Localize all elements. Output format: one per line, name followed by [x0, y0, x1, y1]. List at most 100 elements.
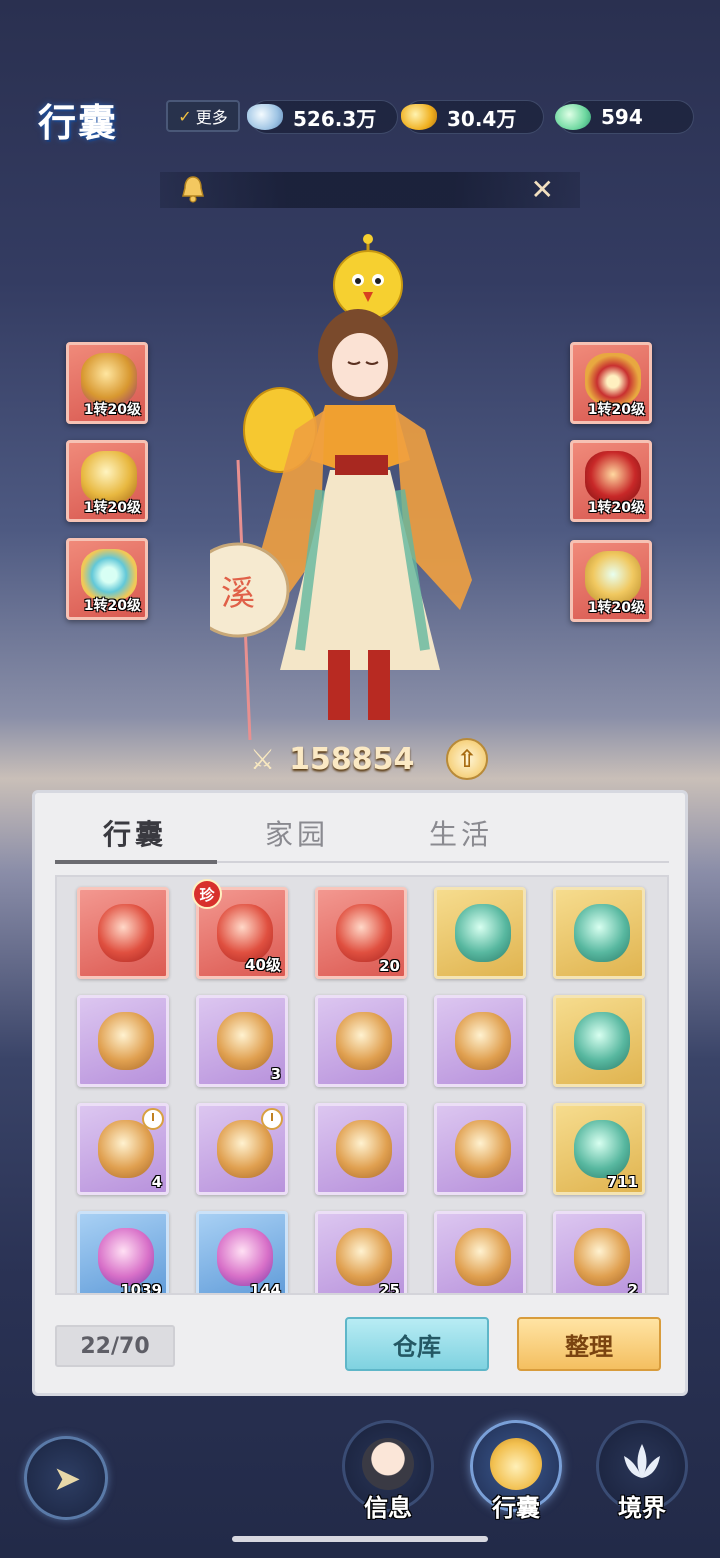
equip-level: 1转20级: [83, 402, 141, 418]
bronze-cauldron-icon: [455, 904, 511, 962]
blue-gourd-icon: [574, 1228, 630, 1286]
bag-icon: [490, 1438, 542, 1490]
back-button[interactable]: ➤: [24, 1436, 108, 1520]
top-bar: 行囊 ✓ 更多 526.3万 30.4万 594: [0, 88, 720, 145]
equip-slot-head[interactable]: 1转20级: [66, 342, 148, 424]
equip-slot-bracelet[interactable]: 1转20级: [66, 538, 148, 620]
inventory-panel: 行囊 家园 生活 40级珍 20 3 4 711 1039 144 25 2 22/70 仓库 …: [32, 790, 688, 1396]
inventory-item[interactable]: [315, 1103, 407, 1195]
inventory-item[interactable]: [196, 1103, 288, 1195]
inventory-item[interactable]: 144: [196, 1211, 288, 1293]
equip-slot-boots[interactable]: 1转20级: [570, 540, 652, 622]
jade-currency[interactable]: 594: [555, 100, 694, 134]
inventory-item[interactable]: [434, 1103, 526, 1195]
item-count: 25: [379, 1281, 400, 1295]
pink-flower-icon: [98, 1228, 154, 1286]
clock-icon: [261, 1108, 283, 1130]
tab-home[interactable]: 家园: [217, 813, 377, 853]
bracelet-icon: [81, 549, 137, 601]
gourd-scroll-icon: [336, 1120, 392, 1178]
broken-sword-icon: [455, 1012, 511, 1070]
slot-count: 22/70: [55, 1325, 175, 1367]
item-grid[interactable]: 40级 珍 20 3 4 711 1039 144 25 2: [55, 875, 669, 1295]
inventory-item[interactable]: 25: [315, 1211, 407, 1295]
power-up-button[interactable]: ⇧: [446, 738, 488, 780]
page-title: 行囊: [38, 101, 119, 145]
equip-level: 1转20级: [587, 402, 645, 418]
inventory-item[interactable]: 2: [553, 1211, 645, 1295]
bell-icon: [182, 176, 204, 203]
jade-bird-icon: [98, 1012, 154, 1070]
nav-info[interactable]: 信息: [338, 1420, 438, 1540]
inventory-item[interactable]: [553, 887, 645, 979]
more-button[interactable]: ✓ 更多: [166, 100, 240, 132]
inventory-item[interactable]: [77, 995, 169, 1087]
red-gourd-icon: [336, 1228, 392, 1286]
inventory-item[interactable]: [434, 887, 526, 979]
nav-label: 行囊: [492, 1494, 540, 1522]
item-count: 4: [151, 1173, 162, 1191]
item-count: 40级: [245, 956, 281, 974]
tab-underline: [55, 860, 217, 864]
nav-label: 境界: [618, 1494, 666, 1522]
jade-icon: [555, 104, 591, 130]
yellow-gourd-icon: [455, 1228, 511, 1286]
character-icon: [362, 1438, 414, 1490]
boots-icon: [585, 551, 641, 603]
character-model[interactable]: 溪: [210, 230, 510, 740]
sort-button[interactable]: 整理: [517, 1317, 661, 1371]
silver-ingot-icon: [247, 104, 283, 130]
helmet-icon: [81, 353, 137, 405]
white-bag-icon: [455, 1120, 511, 1178]
gold-ingot-icon: [401, 104, 437, 130]
home-indicator: [232, 1536, 488, 1542]
tab-life[interactable]: 生活: [381, 813, 541, 853]
inventory-item[interactable]: 3: [196, 995, 288, 1087]
bronze-bowl-icon: [217, 1012, 273, 1070]
tab-bag[interactable]: 行囊: [55, 813, 215, 853]
item-count: 3: [270, 1065, 281, 1083]
inventory-item[interactable]: 20: [315, 887, 407, 979]
clock-icon: [142, 1108, 164, 1130]
equip-slot-necklace[interactable]: 1转20级: [570, 342, 652, 424]
stone-statue-icon: [336, 1012, 392, 1070]
inventory-item[interactable]: [434, 995, 526, 1087]
inventory-item[interactable]: [315, 995, 407, 1087]
red-card-icon: [336, 904, 392, 962]
equip-level: 1转20级: [587, 600, 645, 616]
inventory-item[interactable]: 1039: [77, 1211, 169, 1295]
fruit-cluster-icon: [98, 1120, 154, 1178]
ice-shard-icon: [217, 1120, 273, 1178]
inventory-item[interactable]: 4: [77, 1103, 169, 1195]
item-count: 2: [627, 1281, 638, 1295]
nav-label: 信息: [364, 1494, 412, 1522]
inventory-item[interactable]: [77, 887, 169, 979]
equip-level: 1转20级: [83, 598, 141, 614]
inventory-item[interactable]: [434, 1211, 526, 1293]
crystal-ball-icon: [217, 1228, 273, 1286]
chevron-down-icon: ✓: [178, 106, 192, 126]
item-count: 20: [379, 957, 400, 975]
item-count: 1039: [120, 1281, 162, 1295]
equip-slot-armor[interactable]: 1转20级: [570, 440, 652, 522]
equip-slot-weapon[interactable]: 1转20级: [66, 440, 148, 522]
nav-realm[interactable]: 境界: [592, 1420, 692, 1540]
inventory-item[interactable]: 711: [553, 1103, 645, 1195]
arrow-up-icon: ⇧: [456, 745, 478, 773]
silver-currency[interactable]: 526.3万: [247, 100, 398, 134]
armor-icon: [585, 451, 641, 503]
cultivation-book-icon: [574, 1120, 630, 1178]
gold-currency[interactable]: 30.4万: [401, 100, 544, 134]
storage-button[interactable]: 仓库: [345, 1317, 489, 1371]
close-icon[interactable]: ✕: [531, 174, 554, 206]
nav-bag[interactable]: 行囊: [466, 1420, 566, 1540]
more-label: 更多: [195, 108, 228, 127]
tab-bar: 行囊 家园 生活: [55, 811, 669, 864]
lotus-icon: [624, 1444, 660, 1478]
inventory-item[interactable]: [553, 995, 645, 1087]
crossed-swords-icon: ⚔: [250, 742, 276, 776]
item-count: 711: [606, 1173, 638, 1191]
jade-value: 594: [601, 105, 643, 129]
gold-value: 30.4万: [447, 106, 517, 131]
jade-dragon-icon: [574, 904, 630, 962]
